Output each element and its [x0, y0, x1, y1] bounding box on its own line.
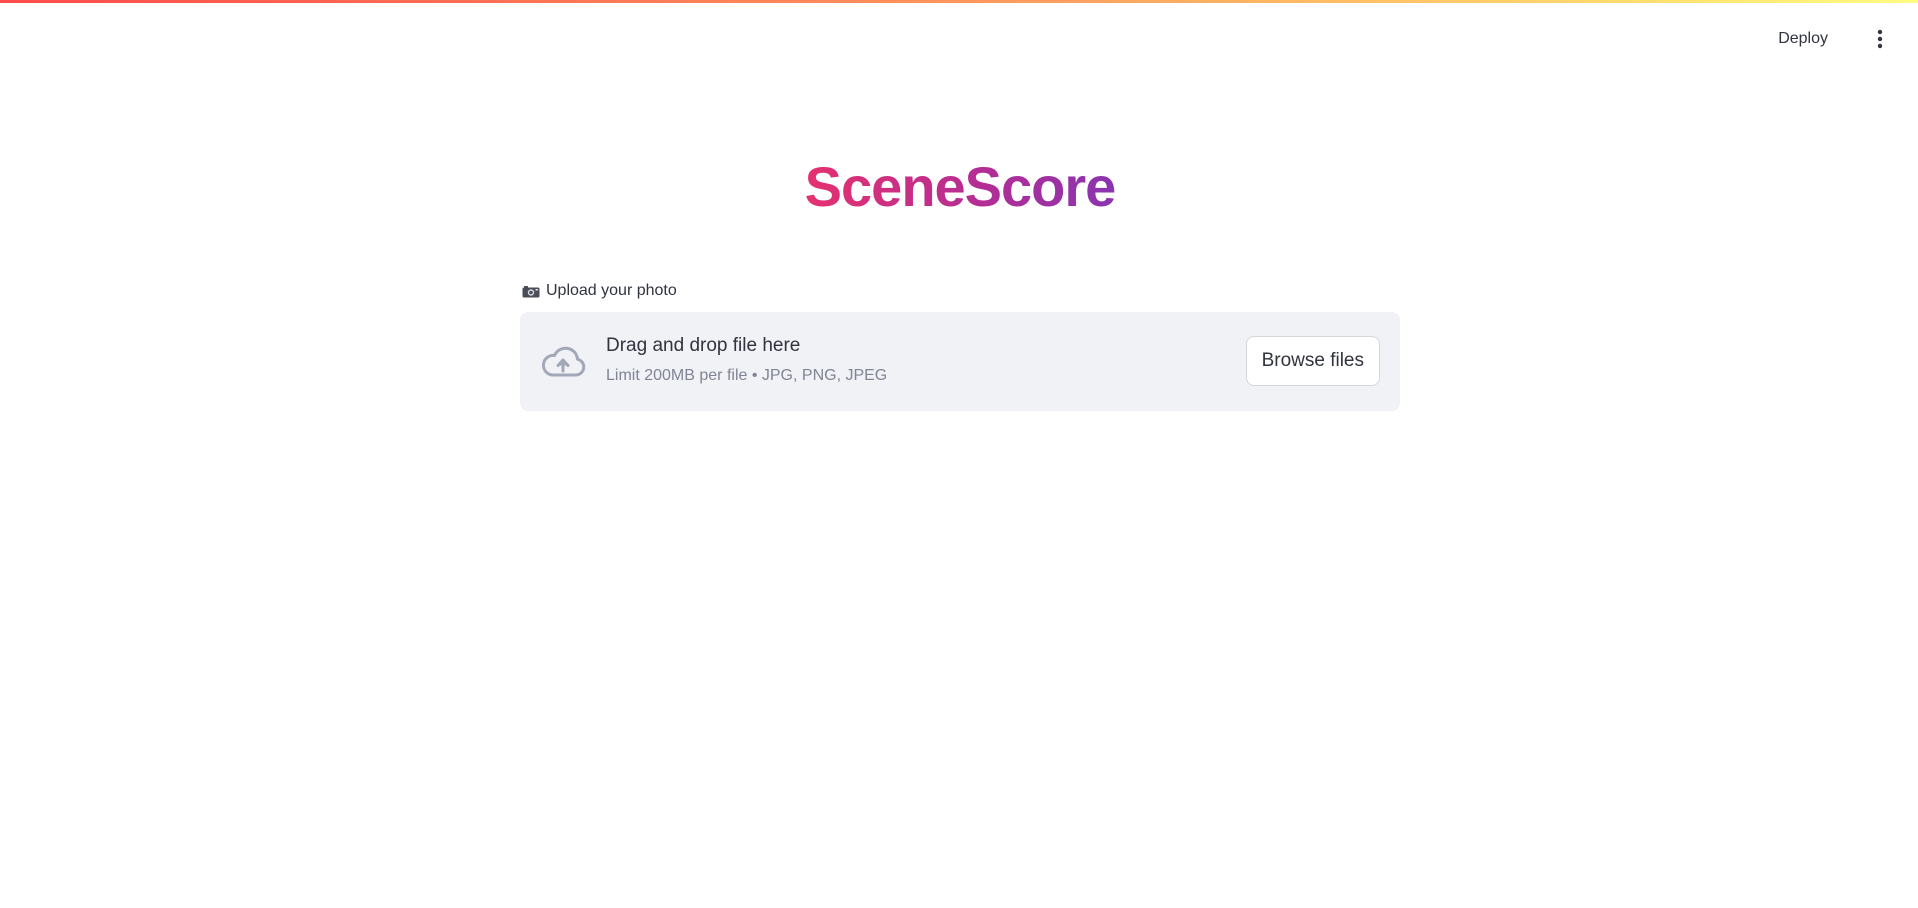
main-menu-button[interactable] [1868, 26, 1892, 52]
dropzone-instructions: Drag and drop file here Limit 200MB per … [606, 334, 887, 386]
dropzone-title: Drag and drop file here [606, 335, 801, 356]
page-title: SceneScore [520, 152, 1400, 222]
camera-icon [522, 285, 540, 298]
file-uploader-label-text: Upload your photo [546, 282, 677, 299]
dropzone-subtitle: Limit 200MB per file • JPG, PNG, JPEG [606, 367, 888, 384]
more-vertical-icon [1877, 29, 1883, 49]
app-header: Deploy [0, 0, 1918, 74]
cloud-upload-icon [542, 346, 586, 377]
page-title-text: SceneScore [804, 155, 1117, 218]
browse-files-button[interactable]: Browse files [1245, 336, 1380, 386]
deploy-button[interactable]: Deploy [1768, 24, 1838, 54]
file-dropzone[interactable]: Drag and drop file here Limit 200MB per … [520, 312, 1400, 411]
file-uploader-label: Upload your photo [522, 282, 677, 300]
